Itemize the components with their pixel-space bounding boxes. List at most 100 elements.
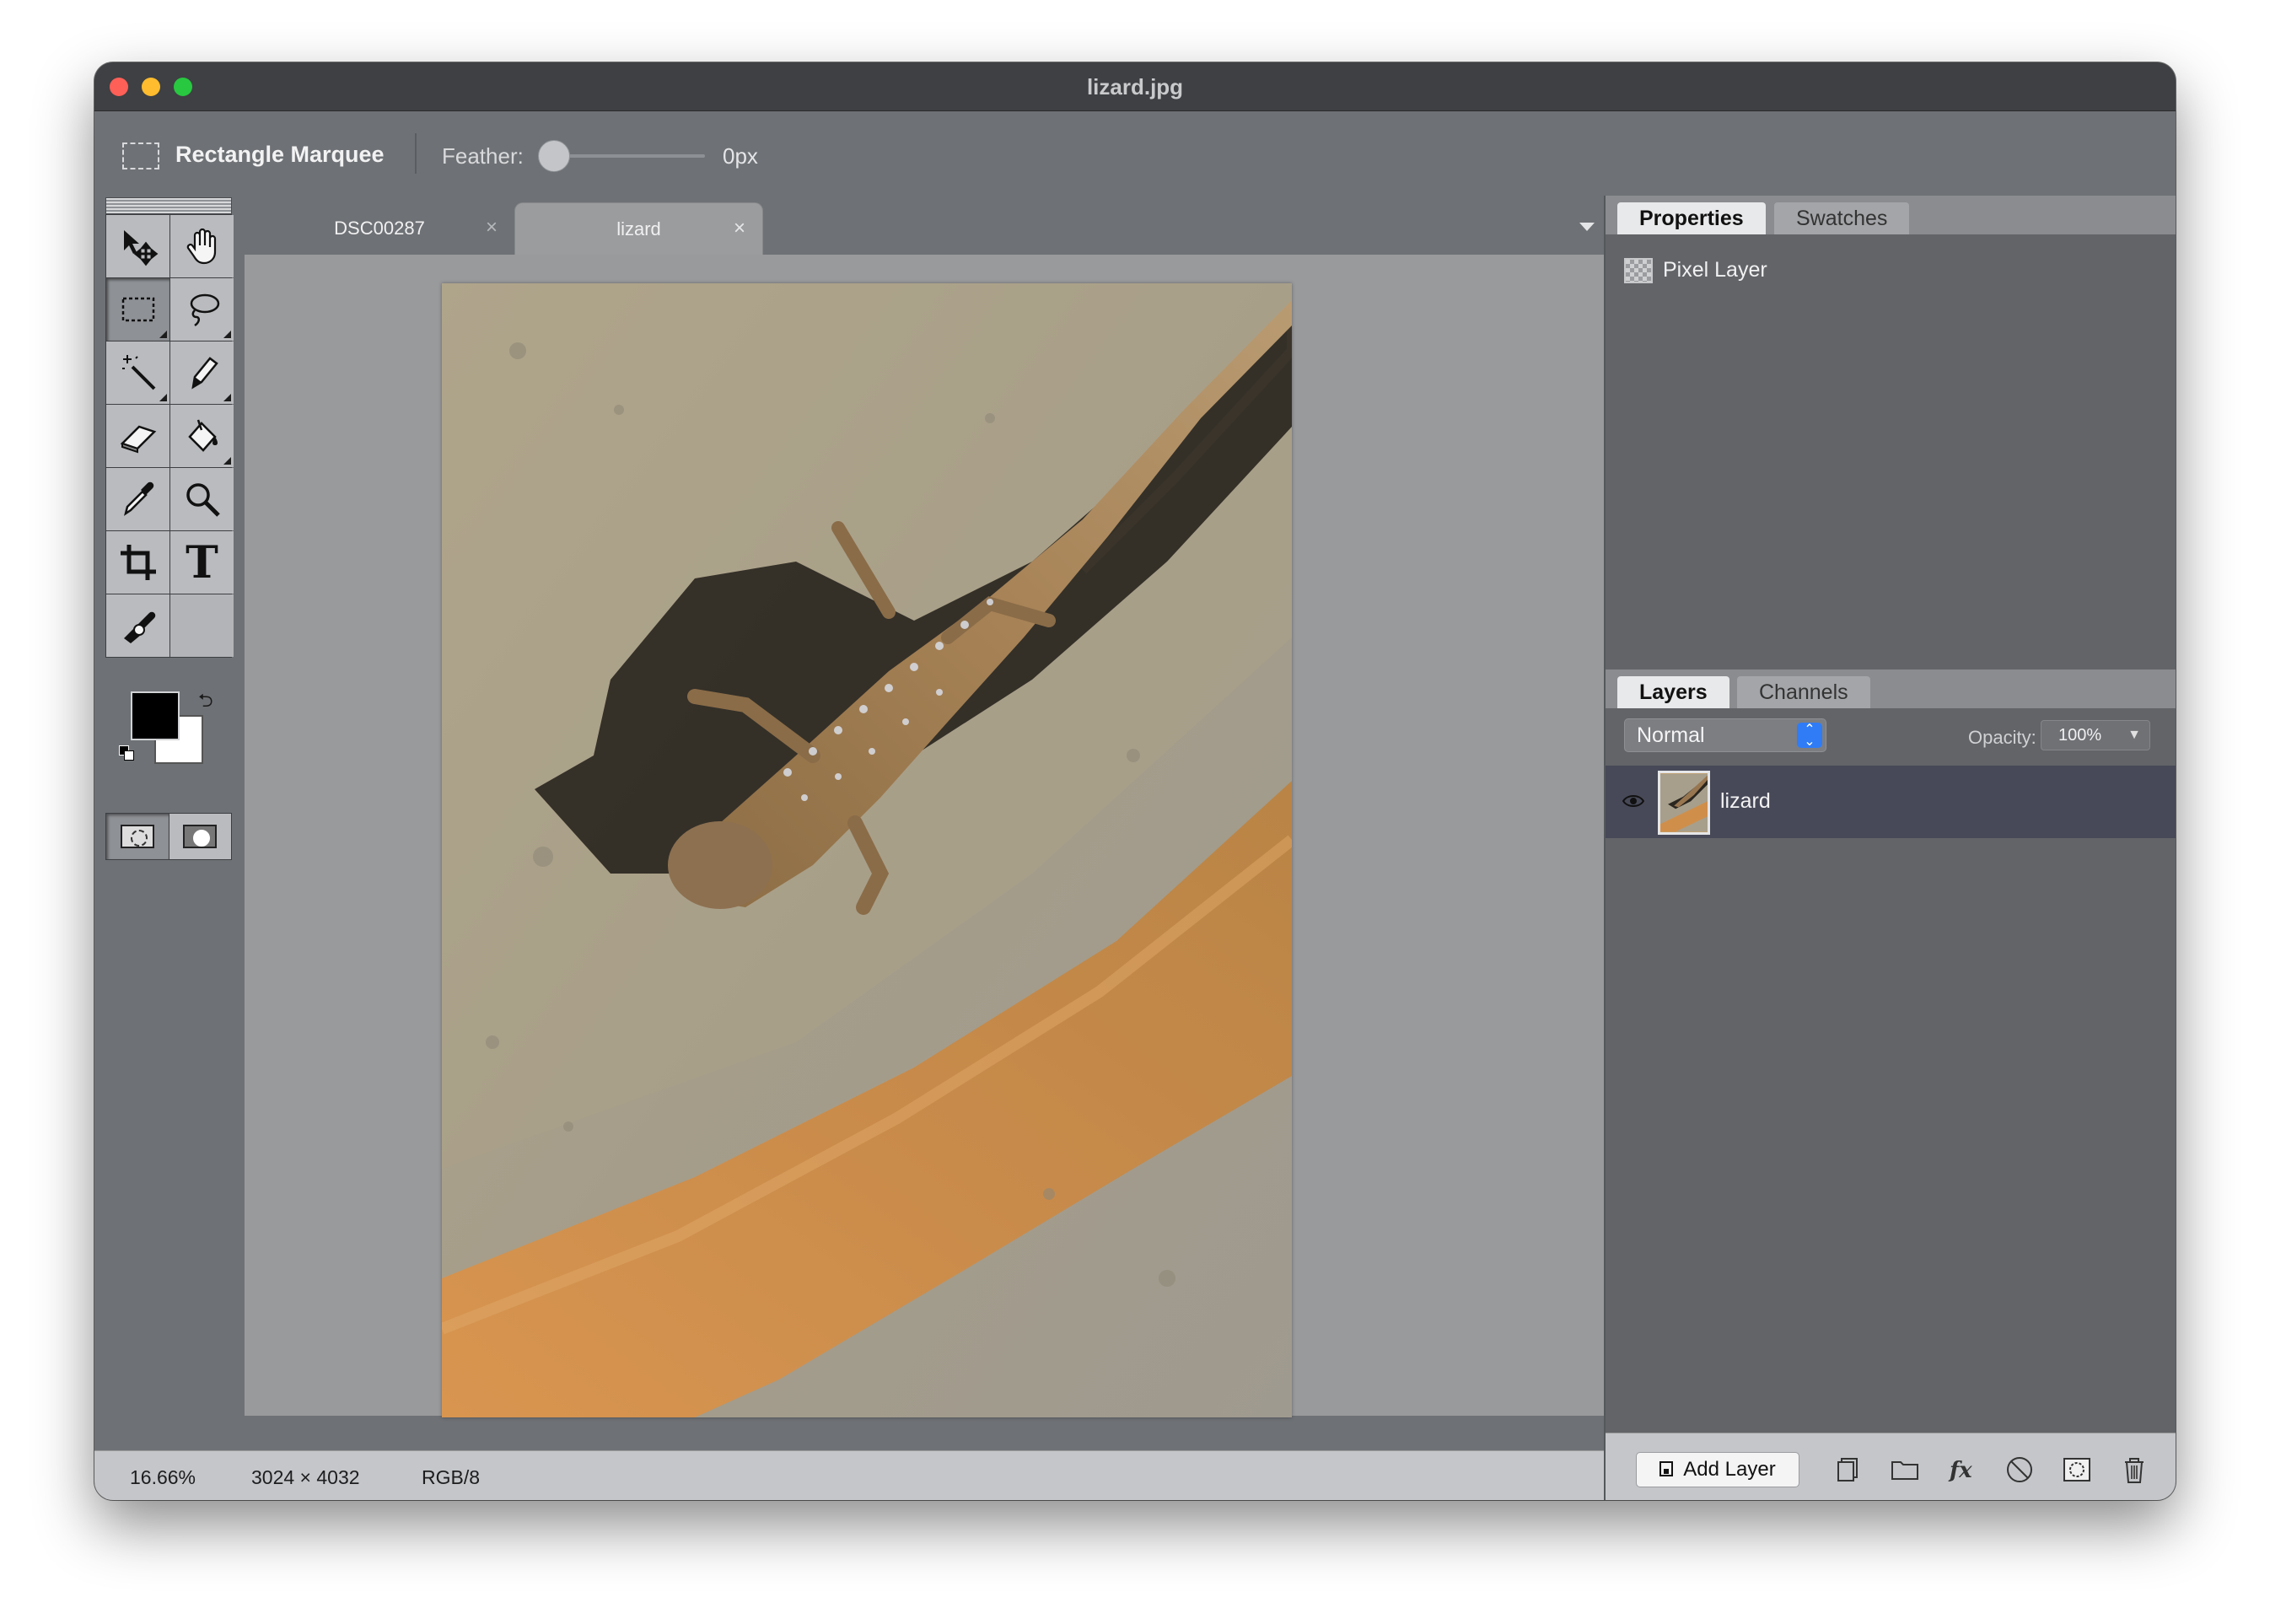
empty-tool-slot (170, 594, 234, 657)
zoom-level[interactable]: 16.66% (130, 1466, 196, 1489)
blend-mode-select[interactable]: Normal ⌃ ⌄ (1624, 718, 1826, 752)
clone-stamp-tool[interactable] (106, 594, 169, 657)
layer-type-label: Pixel Layer (1663, 258, 1767, 282)
feather-value: 0px (723, 143, 758, 169)
rectangle-marquee-icon (122, 143, 159, 169)
tool-submenu-indicator (159, 394, 167, 401)
tool-submenu-indicator (223, 394, 231, 401)
type-tool[interactable]: T (170, 531, 234, 594)
opacity-label: Opacity: (1968, 727, 2036, 748)
hand-icon (186, 228, 216, 265)
title-bar: lizard.jpg (94, 62, 2176, 111)
duplicate-layer-icon[interactable] (1832, 1454, 1864, 1486)
zoom-tool[interactable] (170, 468, 234, 530)
document-tab-bar: DSC00287 × lizard × + (245, 197, 1700, 255)
pixel-layer-icon (1624, 258, 1653, 283)
select-arrows-icon: ⌃ ⌄ (1797, 723, 1822, 749)
tab-properties[interactable]: Properties (1617, 202, 1766, 234)
right-panel: Properties Swatches Pixel Layer Layers C… (1604, 196, 2176, 1500)
magic-wand-tool[interactable] (106, 341, 169, 404)
mask-icon[interactable] (2061, 1454, 2093, 1486)
app-window: lizard.jpg Rectangle Marquee Feather: 0p… (94, 62, 2176, 1500)
properties-tab-bar: Properties Swatches (1606, 196, 2176, 234)
tab-swatches[interactable]: Swatches (1774, 202, 1910, 234)
quick-mask-icon (183, 825, 218, 848)
eyedropper-icon (123, 481, 153, 516)
layers-controls: Normal ⌃ ⌄ Opacity: 100% ▼ (1606, 708, 2176, 766)
layer-name[interactable]: lizard (1720, 789, 1771, 814)
document-tab-label: DSC00287 (334, 218, 425, 239)
color-swatches: ⮌ (105, 686, 232, 779)
current-tool-name: Rectangle Marquee (175, 142, 385, 167)
tab-channels[interactable]: Channels (1737, 676, 1870, 708)
tool-submenu-indicator (223, 457, 231, 465)
lasso-icon (190, 293, 219, 327)
opacity-value: 100% (2058, 726, 2102, 745)
layers-footer: Add Layer fx (1606, 1433, 2176, 1500)
document-tab-label: lizard (616, 218, 661, 239)
crop-icon (120, 545, 156, 580)
quick-mask-button[interactable] (169, 814, 231, 859)
feather-slider-thumb[interactable] (538, 140, 570, 172)
crop-tool[interactable] (106, 531, 169, 594)
tab-list-dropdown-icon[interactable] (1579, 223, 1595, 231)
feather-slider-track[interactable] (548, 154, 705, 158)
tool-submenu-indicator (159, 331, 167, 338)
opacity-field[interactable]: 100% ▼ (2041, 720, 2150, 750)
foreground-color[interactable] (131, 691, 180, 740)
eraser-tool[interactable] (106, 405, 169, 467)
folder-icon[interactable] (1889, 1454, 1921, 1486)
standard-mode-icon (120, 825, 154, 848)
eraser-icon (120, 425, 156, 454)
magic-wand-icon (121, 355, 155, 390)
rectangle-marquee-tool[interactable] (106, 278, 169, 341)
svg-text:fx: fx (1948, 1458, 1972, 1483)
color-mode: RGB/8 (422, 1466, 481, 1488)
paint-bucket-tool[interactable] (170, 405, 234, 467)
add-layer-button[interactable]: Add Layer (1636, 1452, 1799, 1487)
pencil-tool[interactable] (170, 341, 234, 404)
close-tab-icon[interactable]: × (734, 217, 745, 240)
rectangle-marquee-icon (121, 297, 154, 322)
type-icon: T (186, 536, 218, 589)
layers-tab-bar: Layers Channels (1606, 669, 2176, 708)
blend-mode-value: Normal (1637, 723, 1705, 747)
move-icon (123, 230, 158, 266)
hand-tool[interactable] (170, 215, 234, 277)
tool-submenu-indicator (223, 331, 231, 338)
move-tool[interactable] (106, 215, 169, 277)
eye-icon[interactable] (1622, 793, 1644, 809)
eyedropper-tool[interactable] (106, 468, 169, 530)
fx-icon[interactable]: fx (1946, 1454, 1978, 1486)
document-tab-dsc00287[interactable]: DSC00287 × (245, 202, 514, 255)
pencil-icon (191, 357, 218, 390)
layer-row[interactable]: lizard (1606, 766, 2176, 838)
options-separator (415, 133, 417, 174)
layer-thumbnail[interactable] (1658, 771, 1710, 835)
add-layer-label: Add Layer (1683, 1458, 1776, 1481)
close-tab-icon[interactable]: × (486, 216, 498, 239)
toolbox-grip[interactable] (105, 197, 232, 214)
lizard-photo (442, 283, 1292, 1417)
tool-grid: T (105, 214, 234, 658)
swap-colors-icon[interactable]: ⮌ (198, 686, 222, 711)
window-title: lizard.jpg (1086, 74, 1184, 99)
canvas-image[interactable] (442, 283, 1292, 1417)
default-colors-icon[interactable] (119, 745, 134, 761)
clone-stamp-icon (123, 611, 155, 643)
feather-label: Feather: (442, 143, 524, 169)
document-tab-lizard[interactable]: lizard × (514, 202, 763, 255)
trash-icon[interactable] (2118, 1454, 2150, 1486)
layer-thumbnail-image (1660, 773, 1708, 832)
opacity-dropdown-icon[interactable]: ▼ (2127, 721, 2141, 750)
zoom-icon (186, 483, 220, 517)
paint-bucket-icon (187, 419, 218, 452)
status-bar: 16.66% 3024 × 4032 RGB/8 (94, 1450, 1606, 1500)
mask-mode-buttons (105, 813, 232, 860)
tab-layers[interactable]: Layers (1617, 676, 1729, 708)
lasso-tool[interactable] (170, 278, 234, 341)
properties-body: Pixel Layer (1606, 234, 2176, 669)
options-bar: Rectangle Marquee Feather: 0px (94, 111, 2176, 194)
adjustment-icon[interactable] (2004, 1454, 2036, 1486)
standard-mode-button[interactable] (106, 814, 169, 859)
